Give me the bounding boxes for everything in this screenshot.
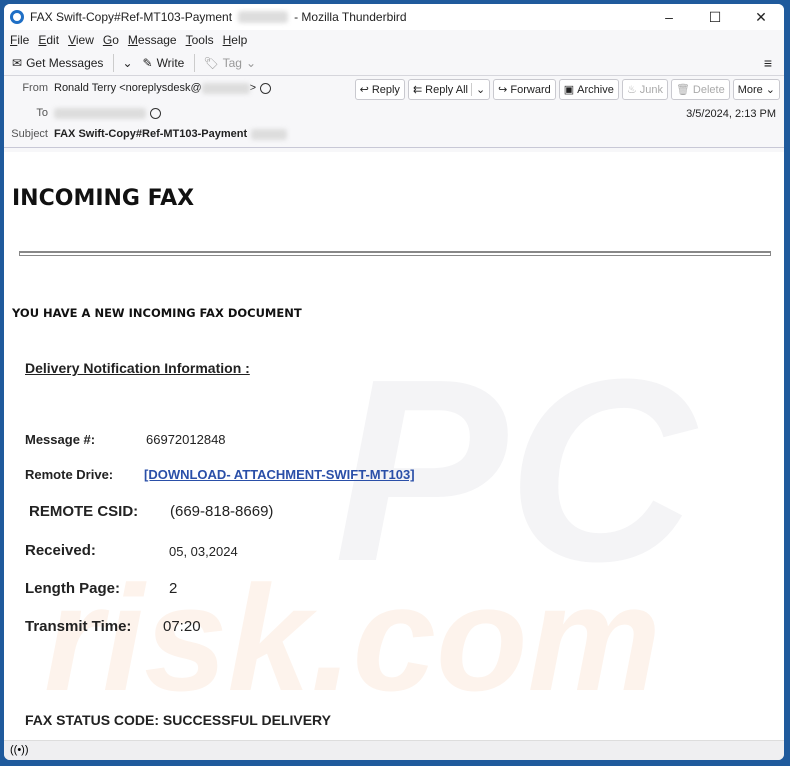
write-button[interactable]: ✎ Write xyxy=(143,56,185,70)
window-title: FAX Swift-Copy#Ref-MT103-Payment xyxy=(30,10,233,24)
subject-value: FAX Swift-Copy#Ref-MT103-Payment xyxy=(54,128,248,140)
email-heading: INCOMING FAX xyxy=(12,186,195,211)
menu-edit[interactable]: Edit xyxy=(38,33,59,47)
window-title-app: - Mozilla Thunderbird xyxy=(294,10,407,24)
notice-text: YOU HAVE A NEW INCOMING FAX DOCUMENT xyxy=(12,306,302,320)
forward-label: Forward xyxy=(510,83,551,96)
message-number-label: Message #: xyxy=(25,432,96,447)
message-date: 3/5/2024, 2:13 PM xyxy=(686,108,776,120)
transmit-time-label: Transmit Time: xyxy=(25,618,132,635)
menu-go[interactable]: Go xyxy=(103,33,119,47)
divider xyxy=(194,53,196,72)
reply-all-label: Reply All xyxy=(425,83,468,96)
length-page-value: 2 xyxy=(169,580,178,597)
get-messages-label: Get Messages xyxy=(26,55,104,70)
section-title: Delivery Notification Information : xyxy=(25,360,250,376)
thunderbird-window: FAX Swift-Copy#Ref-MT103-Payment - Mozil… xyxy=(4,4,784,760)
remote-csid-value: (669-818-8669) xyxy=(170,503,274,520)
reply-all-icon: ⇇ xyxy=(412,84,423,96)
minimize-button[interactable]: – xyxy=(646,9,692,26)
from-value[interactable]: Ronald Terry <noreplysdesk@ xyxy=(54,82,202,94)
received-label: Received: xyxy=(25,542,96,559)
download-attachment-link[interactable]: [DOWNLOAD- ATTACHMENT-SWIFT-MT103] xyxy=(144,467,415,482)
menu-bar: File Edit View Go Message Tools Help xyxy=(4,30,784,50)
archive-button[interactable]: ▣ Archive xyxy=(558,79,619,100)
archive-label: Archive xyxy=(577,83,614,96)
menu-view[interactable]: View xyxy=(68,33,94,47)
junk-label: Junk xyxy=(639,83,663,96)
menu-message[interactable]: Message xyxy=(128,33,177,47)
trash-icon: 🗑 xyxy=(675,84,690,96)
get-messages-button[interactable]: ✉ Get Messages xyxy=(12,56,103,70)
write-label: Write xyxy=(156,55,185,70)
forward-button[interactable]: ↪ Forward xyxy=(493,79,556,100)
menu-help[interactable]: Help xyxy=(223,33,248,47)
tag-button[interactable]: 🏷 Tag ⌄ xyxy=(203,56,256,70)
message-number-value: 66972012848 xyxy=(146,432,226,447)
from-suffix: > xyxy=(249,82,257,94)
forward-icon: ↪ xyxy=(498,84,508,96)
reply-icon: ↩ xyxy=(359,84,369,96)
subject-label: Subject xyxy=(11,128,48,140)
reply-all-button[interactable]: ⇇ Reply All ⌄ xyxy=(407,79,491,100)
from-label: From xyxy=(22,82,48,94)
flame-icon: ♨ xyxy=(626,84,637,96)
reply-button[interactable]: ↩ Reply xyxy=(354,79,405,100)
envelope-icon: ✉ xyxy=(12,55,23,70)
delete-button[interactable]: 🗑 Delete xyxy=(670,79,730,100)
redacted-text xyxy=(251,128,288,140)
from-row: From Ronald Terry <noreplysdesk@ > xyxy=(4,82,272,94)
redacted-recipient xyxy=(54,107,146,119)
to-label: To xyxy=(36,107,48,119)
chevron-down-icon[interactable]: ⌄ xyxy=(470,83,485,96)
redacted-text xyxy=(238,11,289,23)
contact-icon[interactable] xyxy=(150,107,161,119)
chevron-down-icon: ⌄ xyxy=(245,55,256,70)
watermark-text: risk.com xyxy=(44,554,661,722)
menu-file[interactable]: File xyxy=(10,33,29,47)
fax-status: FAX STATUS CODE: SUCCESSFUL DELIVERY xyxy=(25,712,331,728)
chevron-down-icon: ⌄ xyxy=(765,84,775,96)
to-row: To xyxy=(4,107,161,119)
thunderbird-logo-icon xyxy=(10,10,24,24)
pencil-icon: ✎ xyxy=(142,55,153,70)
close-button[interactable]: ✕ xyxy=(738,9,784,26)
chevron-down-icon: ⌄ xyxy=(122,55,133,70)
maximize-button[interactable]: ☐ xyxy=(692,9,738,26)
remote-drive-label: Remote Drive: xyxy=(25,467,114,482)
divider xyxy=(113,53,115,72)
more-button[interactable]: More ⌄ xyxy=(732,79,780,100)
transmit-time-value: 07:20 xyxy=(163,618,201,635)
redacted-text xyxy=(201,82,250,94)
app-menu-icon[interactable]: ≡ xyxy=(764,55,772,71)
tag-label: Tag xyxy=(222,55,242,70)
reply-label: Reply xyxy=(371,83,400,96)
message-header: From Ronald Terry <noreplysdesk@ > To Su… xyxy=(4,76,784,148)
contact-icon[interactable] xyxy=(260,82,272,94)
horizontal-rule xyxy=(19,251,771,256)
subject-row: Subject FAX Swift-Copy#Ref-MT103-Payment xyxy=(4,128,288,140)
length-page-label: Length Page: xyxy=(25,580,121,597)
activity-icon[interactable]: ((•)) xyxy=(10,744,29,756)
main-toolbar: ✉ Get Messages ⌄ ✎ Write 🏷 Tag ⌄ ≡ xyxy=(4,50,784,76)
junk-button[interactable]: ♨ Junk xyxy=(621,79,668,100)
archive-icon: ▣ xyxy=(563,84,575,96)
delete-label: Delete xyxy=(692,83,725,96)
get-messages-dropdown[interactable]: ⌄ xyxy=(122,56,132,70)
title-bar: FAX Swift-Copy#Ref-MT103-Payment - Mozil… xyxy=(4,4,784,30)
menu-tools[interactable]: Tools xyxy=(186,33,214,47)
message-actions: ↩ Reply ⇇ Reply All ⌄ ↪ Forward ▣ Archive ♨ Ju… xyxy=(354,79,780,100)
received-value: 05, 03,2024 xyxy=(169,544,238,559)
remote-csid-label: REMOTE CSID: xyxy=(29,503,139,520)
more-label: More xyxy=(737,83,763,96)
status-bar: ((•)) xyxy=(4,740,784,760)
message-body: PC risk.com INCOMING FAX YOU HAVE A NEW … xyxy=(4,152,784,740)
tag-icon: 🏷 xyxy=(203,55,219,70)
